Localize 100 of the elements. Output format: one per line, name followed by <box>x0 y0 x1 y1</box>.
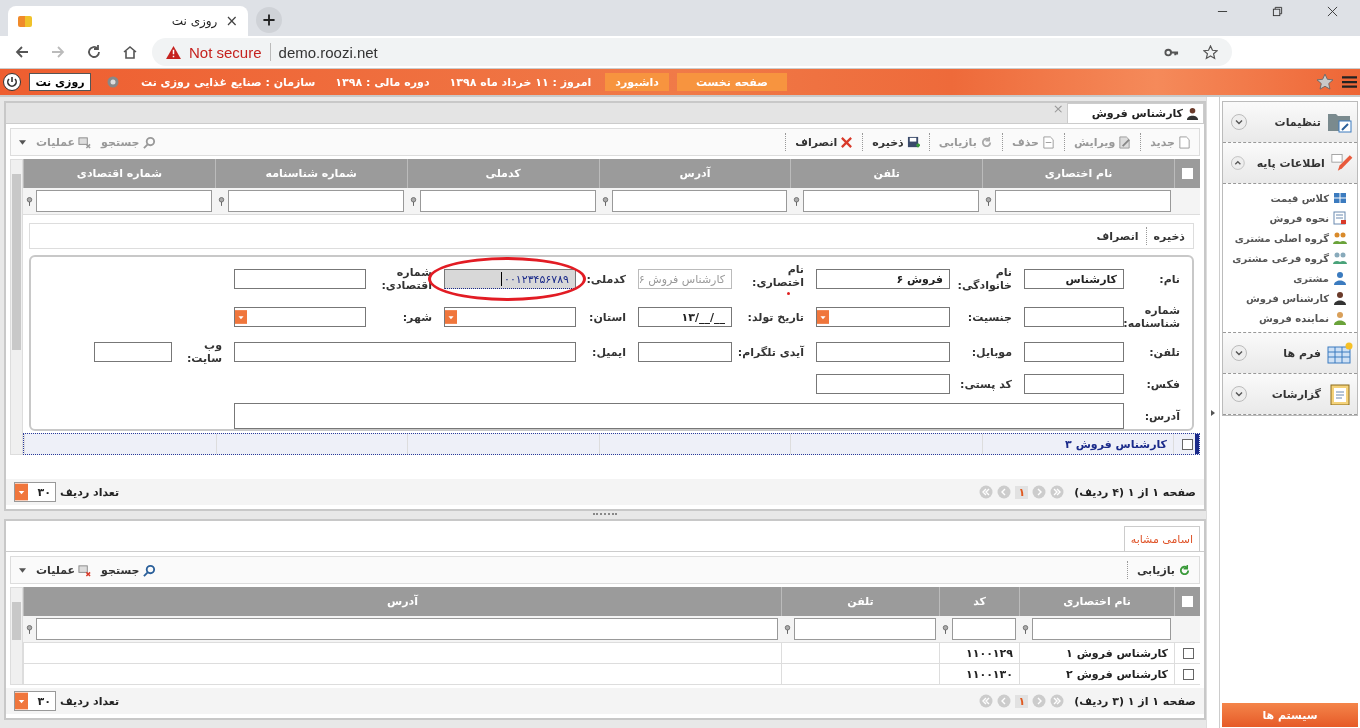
sidebar-item[interactable]: گروه فرعی مشتری <box>1223 248 1357 268</box>
filter-field[interactable] <box>227 190 404 212</box>
filter-icon[interactable] <box>26 624 33 634</box>
toolbar-button[interactable]: عملیات <box>32 561 96 579</box>
filter-field[interactable] <box>419 190 596 212</box>
table-row[interactable]: کارشناس فروش ۲ ۱۱۰۰۱۳۰ <box>23 664 1200 685</box>
sidebar-section[interactable]: گزارشات <box>1223 374 1357 415</box>
back-icon[interactable] <box>14 44 30 60</box>
input-field[interactable]: ۰۰۱۲۳۴۵۶۷۸۹ <box>444 269 576 289</box>
sidebar-item[interactable]: کلاس قیمت <box>1223 188 1357 208</box>
input-field[interactable] <box>234 269 366 289</box>
filter-icon[interactable] <box>985 196 993 206</box>
form-tab[interactable]: کارشناس فروش <box>1066 103 1204 123</box>
grid-icon <box>1333 191 1347 205</box>
sidebar-section[interactable]: اطلاعات پایه <box>1223 143 1357 184</box>
filter-field[interactable] <box>36 190 212 212</box>
filter-icon[interactable] <box>942 624 949 634</box>
caret-icon[interactable] <box>19 567 26 573</box>
filter-field[interactable] <box>611 190 788 212</box>
toolbar-button[interactable]: بازیابی <box>1132 561 1195 579</box>
collapse-arrow-icon[interactable] <box>1211 409 1215 416</box>
similar-tab[interactable]: اسامی مشابه <box>1123 526 1200 551</box>
select-all-checkbox[interactable] <box>1182 168 1193 179</box>
field-label: نام خانوادگی: <box>956 266 1012 292</box>
user-button[interactable]: روزی نت <box>29 73 91 91</box>
sidebar-section[interactable]: فرم ها <box>1223 333 1357 374</box>
sidebar-item[interactable]: کارشناس فروش <box>1223 288 1357 308</box>
caret-icon[interactable] <box>19 139 26 145</box>
sidebar-item[interactable]: گروه اصلی مشتری <box>1223 228 1357 248</box>
browser-tab[interactable]: روزی نت × <box>8 6 248 36</box>
input-field[interactable]: فروش ۶ <box>816 269 950 289</box>
cancel-icon <box>840 135 854 149</box>
filter-field[interactable] <box>803 190 980 212</box>
status-icon[interactable] <box>107 76 119 88</box>
input-field[interactable] <box>1024 374 1124 394</box>
table-row[interactable]: کارشناس فروش ۳ <box>23 433 1200 455</box>
sidebar-section[interactable]: تنظیمات <box>1223 102 1357 143</box>
filter-icon[interactable] <box>601 196 609 206</box>
input-field[interactable]: کارشناس <box>1024 269 1124 289</box>
dropdown[interactable] <box>234 307 366 327</box>
page-size-label: تعداد ردیف <box>60 485 120 499</box>
table-row[interactable]: کارشناس فروش ۱ ۱۱۰۰۱۲۹ <box>23 643 1200 664</box>
filter-icon[interactable] <box>1022 624 1029 634</box>
scrollbar[interactable] <box>10 587 23 685</box>
input-field[interactable] <box>816 342 950 362</box>
menu-icon[interactable] <box>1342 75 1357 89</box>
filter-icon[interactable] <box>217 196 225 206</box>
calendar-icon <box>1333 211 1347 225</box>
input-field[interactable] <box>638 342 732 362</box>
chevron-icon[interactable] <box>1231 386 1247 402</box>
reload-icon[interactable] <box>86 44 102 60</box>
dropdown[interactable] <box>444 307 576 327</box>
chevron-icon[interactable] <box>1231 345 1247 361</box>
filter-field[interactable] <box>794 618 936 640</box>
form-toolbar-button[interactable]: انصراف <box>1092 229 1143 243</box>
scrollbar[interactable] <box>10 159 23 455</box>
sidebar-item[interactable]: نحوه فروش <box>1223 208 1357 228</box>
restore-icon[interactable] <box>1272 5 1283 17</box>
star-icon[interactable] <box>1316 73 1334 91</box>
row-checkbox[interactable] <box>1183 668 1194 680</box>
address-bar[interactable]: Not secure demo.roozi.net <box>152 38 1232 66</box>
select-all-checkbox[interactable] <box>1182 596 1193 607</box>
new-tab-button[interactable] <box>256 7 282 33</box>
input-field[interactable] <box>94 342 172 362</box>
toolbar-button[interactable]: جستجو <box>97 561 160 579</box>
toolbar-button[interactable]: انصراف <box>791 133 858 151</box>
filter-icon[interactable] <box>784 624 791 634</box>
input-field[interactable] <box>816 374 950 394</box>
row-checkbox[interactable] <box>1183 647 1194 659</box>
close-icon[interactable] <box>1327 5 1338 17</box>
input-field[interactable] <box>234 342 576 362</box>
filter-icon[interactable] <box>26 196 33 206</box>
power-icon[interactable] <box>3 73 21 91</box>
tab-close-button[interactable]: × <box>225 12 238 30</box>
page-size-dropdown[interactable]: ۳۰ <box>14 482 56 502</box>
row-checkbox[interactable] <box>1182 438 1193 450</box>
dropdown[interactable] <box>816 307 950 327</box>
filter-field[interactable] <box>1032 618 1171 640</box>
filter-icon[interactable] <box>409 196 417 206</box>
filter-icon[interactable] <box>793 196 801 206</box>
toolbar-button[interactable]: ذخیره <box>868 133 924 151</box>
form-toolbar-button[interactable]: ذخیره <box>1149 229 1189 243</box>
people-icon <box>1333 251 1347 265</box>
home-icon[interactable] <box>122 44 138 60</box>
bookmark-star-icon[interactable] <box>1203 44 1218 60</box>
input-field[interactable] <box>1024 342 1124 362</box>
text-area[interactable] <box>234 403 1124 429</box>
chevron-icon[interactable] <box>1231 114 1247 130</box>
input-field[interactable] <box>1024 307 1124 327</box>
filter-field[interactable] <box>36 618 778 640</box>
field-label: موبایل: <box>971 345 1012 359</box>
page-size-dropdown[interactable]: ۳۰ <box>14 691 56 711</box>
sidebar-item[interactable]: نماینده فروش <box>1223 308 1357 328</box>
sidebar-item[interactable]: مشتری <box>1223 268 1357 288</box>
input-field[interactable]: __/__/۱۳ <box>638 307 732 327</box>
chevron-icon[interactable] <box>1231 155 1245 171</box>
splitter-handle[interactable] <box>593 513 617 517</box>
filter-field[interactable] <box>995 190 1171 212</box>
clipboard-icon <box>1327 383 1353 405</box>
filter-field[interactable] <box>952 618 1016 640</box>
